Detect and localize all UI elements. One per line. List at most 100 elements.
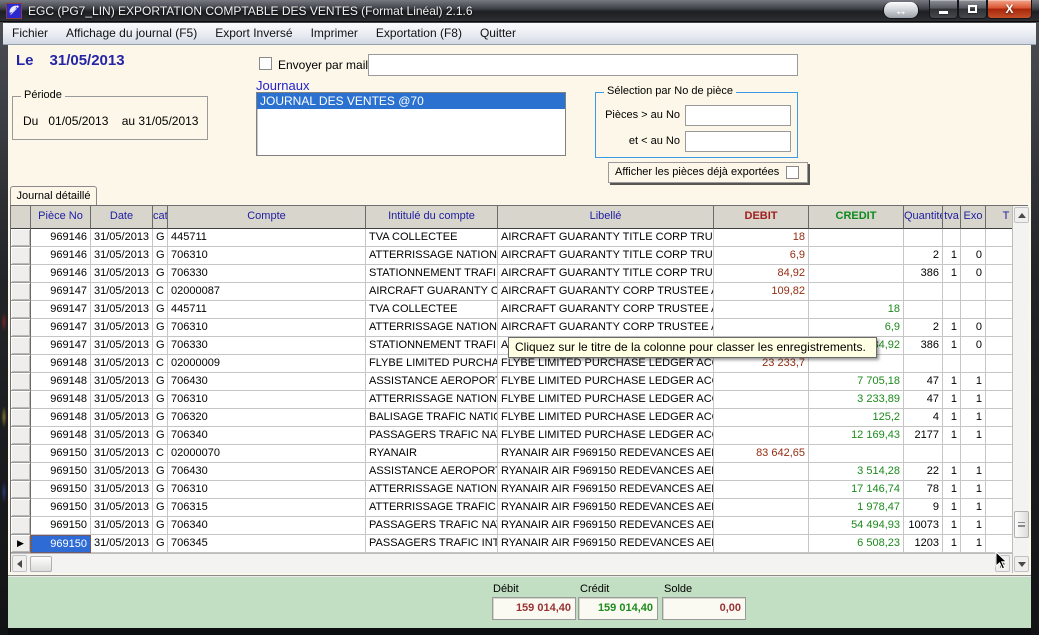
cell-intitule[interactable]: PASSAGERS TRAFIC NAT: [366, 427, 498, 445]
cell-credit[interactable]: [809, 247, 904, 265]
cell-date[interactable]: 31/05/2013: [91, 499, 153, 517]
table-row[interactable]: 96914831/05/2013G706320BALISAGE TRAFIC N…: [11, 409, 1027, 427]
column-header-intitule[interactable]: Intitulé du compte: [366, 206, 498, 229]
cell-debit[interactable]: [714, 373, 809, 391]
cell-sel[interactable]: [11, 481, 31, 499]
cell-tva[interactable]: 1: [943, 265, 961, 283]
horizontal-scrollbar[interactable]: [11, 553, 1012, 573]
cell-date[interactable]: 31/05/2013: [91, 517, 153, 535]
cell-qty[interactable]: 2: [904, 319, 943, 337]
cell-cat[interactable]: G: [153, 265, 168, 283]
cell-debit[interactable]: 6,9: [714, 247, 809, 265]
tab-journal-detaille[interactable]: Journal détaillé: [10, 186, 97, 205]
cell-exo[interactable]: 1: [961, 463, 986, 481]
table-row[interactable]: ▶96915031/05/2013G706345PASSAGERS TRAFIC…: [11, 535, 1027, 553]
custom-resize-button[interactable]: ↔: [883, 2, 919, 19]
cell-credit[interactable]: [809, 283, 904, 301]
cell-date[interactable]: 31/05/2013: [91, 265, 153, 283]
minimize-button[interactable]: [929, 0, 958, 19]
cell-qty[interactable]: 386: [904, 337, 943, 355]
cell-exo[interactable]: 1: [961, 481, 986, 499]
cell-libelle[interactable]: RYANAIR AIR F969150 REDEVANCES AER: [498, 535, 714, 553]
cell-cat[interactable]: C: [153, 355, 168, 373]
column-header-piece-no[interactable]: Pièce No: [31, 206, 91, 229]
cell-sel[interactable]: [11, 301, 31, 319]
cell-credit[interactable]: [809, 229, 904, 247]
cell-qty[interactable]: [904, 283, 943, 301]
cell-piece[interactable]: 969150: [31, 517, 91, 535]
cell-date[interactable]: 31/05/2013: [91, 445, 153, 463]
cell-piece[interactable]: 969150: [31, 535, 91, 553]
cell-compte[interactable]: 706310: [168, 319, 366, 337]
cell-debit[interactable]: [714, 409, 809, 427]
cell-libelle[interactable]: AIRCRAFT GUARANTY CORP TRUSTEE A: [498, 319, 714, 337]
cell-cat[interactable]: G: [153, 337, 168, 355]
cell-sel[interactable]: [11, 229, 31, 247]
cell-exo[interactable]: 0: [961, 337, 986, 355]
cell-debit[interactable]: 84,92: [714, 265, 809, 283]
cell-piece[interactable]: 969150: [31, 463, 91, 481]
cell-tva[interactable]: 1: [943, 337, 961, 355]
cell-qty[interactable]: 2177: [904, 427, 943, 445]
cell-debit[interactable]: [714, 319, 809, 337]
cell-piece[interactable]: 969150: [31, 499, 91, 517]
column-header-debit[interactable]: DEBIT: [714, 206, 809, 229]
cell-intitule[interactable]: RYANAIR: [366, 445, 498, 463]
cell-debit[interactable]: 18: [714, 229, 809, 247]
cell-debit[interactable]: 83 642,65: [714, 445, 809, 463]
cell-exo[interactable]: [961, 445, 986, 463]
cell-date[interactable]: 31/05/2013: [91, 373, 153, 391]
cell-qty[interactable]: 47: [904, 373, 943, 391]
cell-qty[interactable]: 2: [904, 247, 943, 265]
cell-exo[interactable]: 1: [961, 499, 986, 517]
cell-compte[interactable]: 706330: [168, 337, 366, 355]
cell-exo[interactable]: 1: [961, 373, 986, 391]
table-row[interactable]: 96915031/05/2013G706340PASSAGERS TRAFIC …: [11, 517, 1027, 535]
cell-compte[interactable]: 706340: [168, 517, 366, 535]
column-header-tva[interactable]: tva: [943, 206, 961, 229]
cell-tva[interactable]: [943, 229, 961, 247]
cell-tva[interactable]: 1: [943, 409, 961, 427]
cell-compte[interactable]: 706320: [168, 409, 366, 427]
cell-sel[interactable]: [11, 319, 31, 337]
table-row[interactable]: 96915031/05/2013C02000070RYANAIRRYANAIR …: [11, 445, 1027, 463]
pieces-gt-input[interactable]: [685, 105, 791, 126]
cell-sel[interactable]: [11, 517, 31, 535]
cell-intitule[interactable]: ATTERRISSAGE TRAFIC: [366, 499, 498, 517]
cell-piece[interactable]: 969150: [31, 481, 91, 499]
cell-credit[interactable]: 7 705,18: [809, 373, 904, 391]
mail-address-input[interactable]: [368, 54, 798, 76]
cell-debit[interactable]: [714, 535, 809, 553]
cell-qty[interactable]: [904, 229, 943, 247]
menu-item-affichage-journal[interactable]: Affichage du journal (F5): [57, 23, 206, 44]
cell-sel[interactable]: [11, 247, 31, 265]
cell-qty[interactable]: 10073: [904, 517, 943, 535]
cell-libelle[interactable]: FLYBE LIMITED PURCHASE LEDGER ACC(: [498, 373, 714, 391]
cell-qty[interactable]: [904, 445, 943, 463]
menu-item-imprimer[interactable]: Imprimer: [302, 23, 367, 44]
cell-cat[interactable]: G: [153, 517, 168, 535]
cell-debit[interactable]: [714, 517, 809, 535]
cell-compte[interactable]: 445711: [168, 301, 366, 319]
cell-exo[interactable]: [961, 301, 986, 319]
cell-sel[interactable]: [11, 445, 31, 463]
cell-libelle[interactable]: AIRCRAFT GUARANTY TITLE CORP TRUS: [498, 229, 714, 247]
cell-debit[interactable]: [714, 463, 809, 481]
cell-cat[interactable]: G: [153, 481, 168, 499]
cell-libelle[interactable]: RYANAIR AIR F969150 REDEVANCES AER: [498, 517, 714, 535]
cell-tva[interactable]: 1: [943, 427, 961, 445]
menu-item-fichier[interactable]: Fichier: [3, 23, 57, 44]
column-header-date[interactable]: Date: [91, 206, 153, 229]
cell-cat[interactable]: G: [153, 499, 168, 517]
cell-sel[interactable]: [11, 463, 31, 481]
cell-tva[interactable]: 1: [943, 373, 961, 391]
cell-piece[interactable]: 969148: [31, 427, 91, 445]
cell-sel[interactable]: [11, 355, 31, 373]
cell-qty[interactable]: 47: [904, 391, 943, 409]
cell-piece[interactable]: 969147: [31, 283, 91, 301]
table-row[interactable]: 96914831/05/2013G706430ASSISTANCE AEROPO…: [11, 373, 1027, 391]
cell-date[interactable]: 31/05/2013: [91, 247, 153, 265]
menu-item-export-inverse[interactable]: Export Inversé: [206, 23, 301, 44]
cell-debit[interactable]: [714, 499, 809, 517]
cell-tva[interactable]: 1: [943, 535, 961, 553]
